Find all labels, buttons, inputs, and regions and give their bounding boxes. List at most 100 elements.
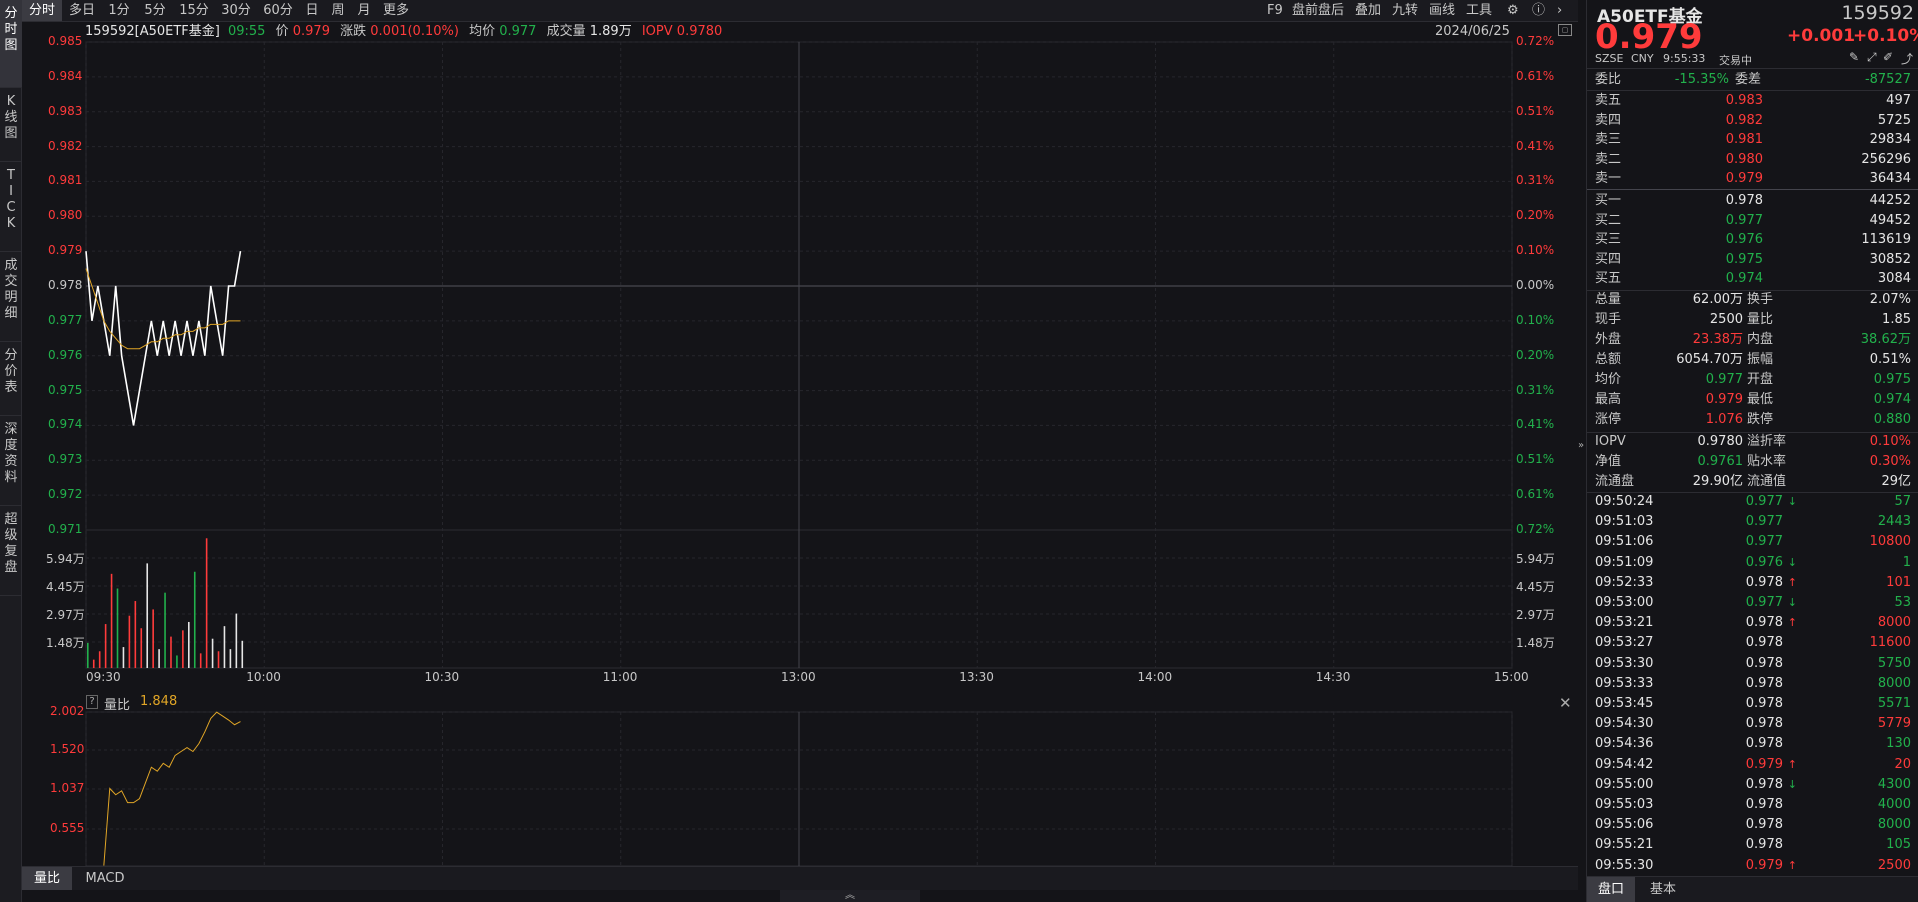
order-book-row[interactable]: 卖四 0.982 5725: [1587, 111, 1918, 131]
tick-time: 09:53:33: [1595, 675, 1654, 691]
tick-row[interactable]: 09:55:06 0.978 8000: [1587, 815, 1918, 835]
percent-tick-label: 0.00%: [1516, 278, 1555, 292]
stat-label: 量比: [1747, 312, 1774, 327]
time-tick-label: 10:00: [246, 670, 281, 684]
stat-label: 最低: [1747, 392, 1774, 407]
tick-row[interactable]: 09:51:06 0.977 10800: [1587, 532, 1918, 552]
sub-indicator-value: 1.848: [140, 694, 178, 709]
tick-time: 09:50:24: [1595, 494, 1654, 509]
tick-row[interactable]: 09:53:00 0.977 ↓ 53: [1587, 593, 1918, 613]
price-tick-label: 0.974: [48, 417, 83, 432]
stat-value: 1.076: [1705, 412, 1743, 427]
stat-value: 38.62万: [1860, 332, 1911, 347]
volume-bar: [235, 613, 238, 668]
tick-row[interactable]: 09:53:33 0.978 8000: [1587, 674, 1918, 694]
currency: CNY: [1631, 52, 1654, 65]
tick-row[interactable]: 09:55:21 0.978 105: [1587, 835, 1918, 855]
stat-row: 最高 0.979 最低 0.974: [1587, 390, 1918, 410]
level-label: 卖三: [1595, 132, 1622, 147]
tick-time: 09:55:06: [1595, 817, 1654, 833]
stat-value: 2.07%: [1869, 292, 1911, 307]
arrow-up-icon: ↑: [1787, 575, 1797, 589]
tick-price: 0.978: [1745, 837, 1783, 853]
percent-tick-label: 0.72%: [1516, 522, 1555, 536]
order-book-row[interactable]: 卖三 0.981 29834: [1587, 130, 1918, 150]
volume-bar: [92, 659, 95, 668]
percent-tick-label: 0.31%: [1516, 382, 1555, 397]
level-volume: 30852: [1869, 251, 1911, 267]
tick-price: 0.977: [1745, 534, 1783, 550]
tick-row[interactable]: 09:55:03 0.978 4000: [1587, 795, 1918, 815]
tick-volume: 57: [1894, 494, 1911, 509]
tick-row[interactable]: 09:54:30 0.978 5779: [1587, 714, 1918, 734]
collapse-right-icon[interactable]: »: [1578, 440, 1586, 451]
order-book-row[interactable]: 卖一 0.979 36434: [1587, 169, 1918, 189]
order-book-row[interactable]: 买二 0.977 49452: [1587, 211, 1918, 231]
help-question-icon[interactable]: ?: [86, 695, 98, 709]
volume-bar: [158, 649, 160, 668]
stat-label: 总额: [1595, 352, 1622, 367]
tick-row[interactable]: 09:51:09 0.976 ↓ 1: [1587, 553, 1918, 573]
order-book-row[interactable]: 卖五 0.983 497: [1587, 91, 1918, 111]
tick-row[interactable]: 09:54:42 0.979 ↑ 20: [1587, 755, 1918, 775]
arrow-up-icon: ↑: [1787, 858, 1797, 872]
price-tick-label: 0.982: [48, 138, 83, 153]
weibi-value: -15.35%: [1674, 72, 1729, 87]
price-lines: [85, 251, 242, 426]
tick-volume: 2500: [1877, 857, 1911, 873]
tick-price: 0.977: [1745, 514, 1783, 530]
order-book-row[interactable]: 买三 0.976 113619: [1587, 230, 1918, 250]
tick-volume: 130: [1886, 736, 1911, 752]
tick-price: 0.978: [1745, 716, 1783, 732]
level-price: 0.983: [1725, 93, 1763, 108]
order-book-row[interactable]: 卖二 0.980 256296: [1587, 150, 1918, 170]
volume-bar: [146, 563, 149, 668]
tab-basic-info[interactable]: 基本: [1639, 877, 1687, 902]
tick-row[interactable]: 09:53:21 0.978 ↑ 8000: [1587, 613, 1918, 633]
stat-value: 1.85: [1882, 312, 1911, 327]
draw-icon[interactable]: ✐: [1883, 50, 1893, 64]
tick-row[interactable]: 09:50:24 0.977 ↓ 57: [1587, 492, 1918, 512]
tick-price: 0.977: [1745, 494, 1783, 509]
share-icon[interactable]: ⤴: [1901, 50, 1913, 67]
indicator-tab-macd[interactable]: MACD: [76, 867, 134, 890]
order-book-row[interactable]: 买四 0.975 30852: [1587, 250, 1918, 270]
tick-price: 0.979: [1745, 857, 1783, 873]
tab-order-book[interactable]: 盘口: [1587, 877, 1635, 902]
level-price: 0.977: [1725, 212, 1763, 228]
tick-row[interactable]: 09:53:30 0.978 5750: [1587, 654, 1918, 674]
level-volume: 44252: [1869, 193, 1911, 208]
stat-label: 跌停: [1747, 412, 1774, 427]
price-tick-label: 0.979: [48, 243, 83, 258]
tick-volume: 20: [1894, 756, 1911, 772]
time-tick-label: 09:30: [86, 670, 121, 684]
link-icon[interactable]: ⤢: [1867, 50, 1877, 65]
tick-row[interactable]: 09:55:00 0.978 ↓ 4300: [1587, 775, 1918, 795]
close-icon[interactable]: ✕: [1559, 694, 1572, 712]
tick-row[interactable]: 09:52:33 0.978 ↑ 101: [1587, 573, 1918, 593]
tick-price: 0.978: [1745, 696, 1783, 711]
level-price: 0.975: [1725, 251, 1763, 267]
tick-row[interactable]: 09:54:36 0.978 130: [1587, 734, 1918, 754]
order-book-row[interactable]: 买一 0.978 44252: [1587, 191, 1918, 211]
volume-bar: [188, 621, 190, 668]
tick-row[interactable]: 09:53:27 0.978 11600: [1587, 633, 1918, 653]
weibi-label: 委比: [1595, 72, 1622, 87]
order-book-row[interactable]: 买五 0.974 3084: [1587, 269, 1918, 289]
percent-tick-label: 0.31%: [1516, 173, 1555, 188]
tick-row[interactable]: 09:53:45 0.978 5571: [1587, 694, 1918, 714]
stat-label: 内盘: [1747, 332, 1774, 347]
tick-volume: 5779: [1877, 716, 1911, 732]
stat-label: 流通值: [1747, 474, 1787, 489]
expand-up-icon[interactable]: ︽: [780, 890, 920, 902]
edit-icon[interactable]: ✎: [1849, 50, 1859, 64]
tick-row[interactable]: 09:51:03 0.977 2443: [1587, 512, 1918, 532]
stat-value: 0.974: [1873, 392, 1911, 407]
indicator-tab-volume-ratio[interactable]: 量比: [22, 867, 72, 890]
level-volume: 497: [1886, 93, 1911, 108]
tick-volume: 5571: [1877, 696, 1911, 711]
stat-row: 涨停 1.076 跌停 0.880: [1587, 410, 1918, 430]
tick-row[interactable]: 09:55:30 0.979 ↑ 2500: [1587, 856, 1918, 876]
security-code: 159592: [1841, 2, 1914, 24]
stat-label: 涨停: [1595, 412, 1622, 427]
